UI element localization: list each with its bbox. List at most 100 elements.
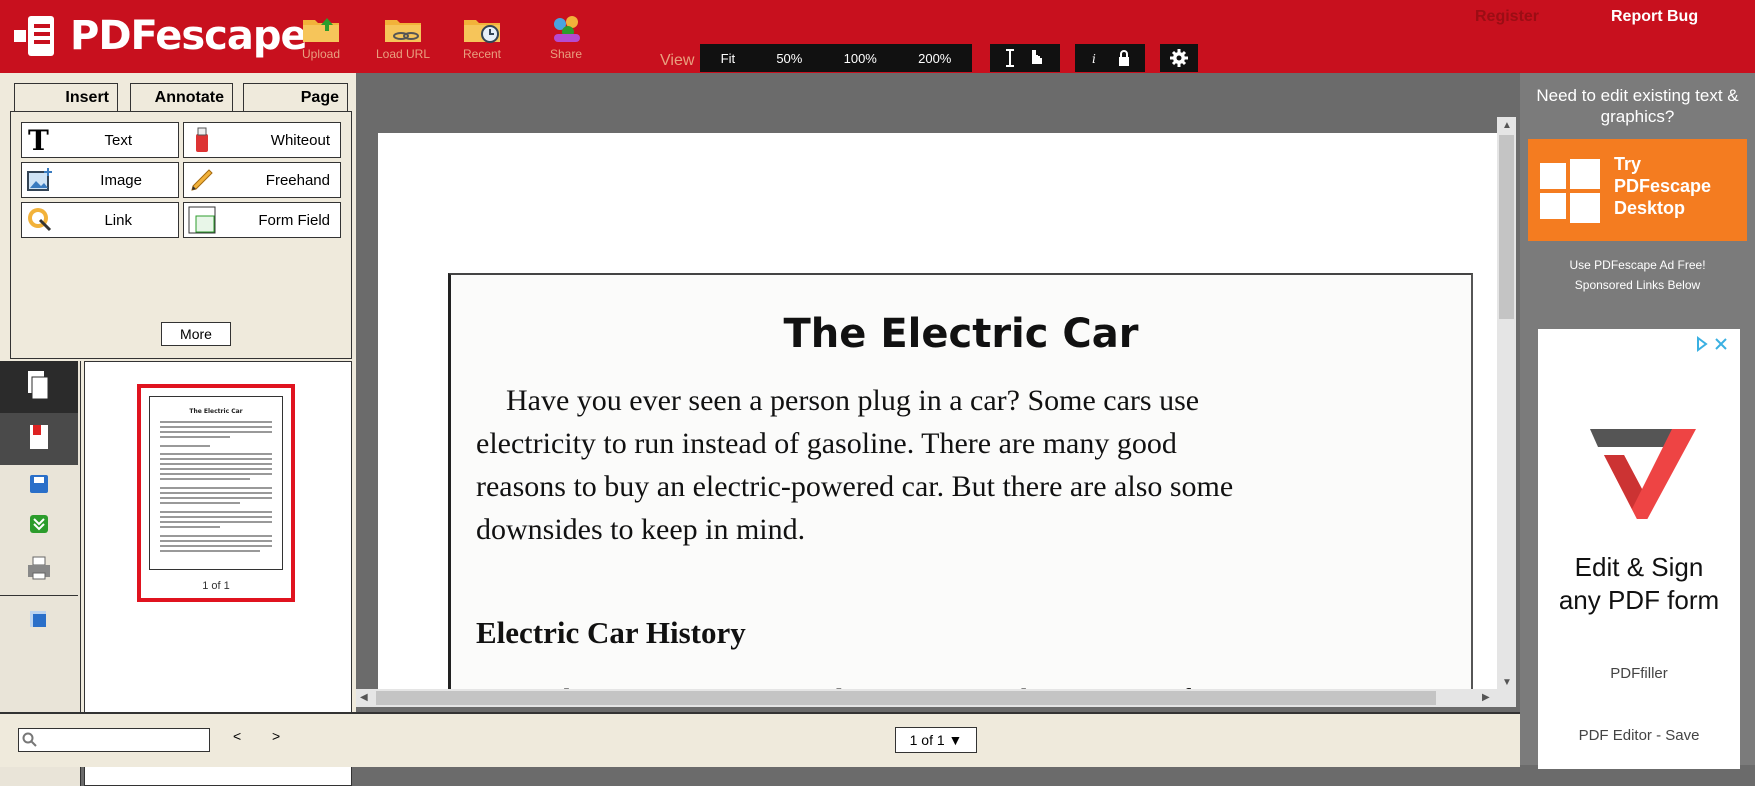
print-button[interactable]	[0, 547, 78, 599]
whiteout-icon	[188, 126, 216, 154]
link-icon	[26, 206, 54, 234]
search-icon	[22, 732, 37, 747]
info-icon[interactable]: i	[1092, 52, 1096, 66]
text-cursor-icon[interactable]	[1006, 49, 1014, 67]
document-viewer[interactable]: The Electric Car Have you ever seen a pe…	[356, 73, 1516, 693]
scroll-left-icon[interactable]: ◀	[360, 692, 368, 703]
ad-free-link[interactable]: Use PDFescape Ad Free!	[1520, 255, 1755, 275]
download-icon	[30, 515, 48, 533]
zoom-200-button[interactable]: 200%	[918, 51, 951, 66]
pencil-icon	[188, 166, 216, 194]
bookmarks-view-button[interactable]	[0, 413, 78, 465]
divider	[0, 595, 78, 596]
text-tool-button[interactable]: T Text	[21, 122, 179, 158]
whiteout-tool-button[interactable]: Whiteout	[183, 122, 341, 158]
windows-logo-icon	[1540, 159, 1600, 223]
save-icon	[30, 475, 48, 493]
top-bar: PDFescape Upload Load URL Recent Share V…	[0, 0, 1755, 73]
scroll-down-icon[interactable]: ▼	[1502, 677, 1512, 688]
thumbnail-title: The Electric Car	[189, 408, 242, 415]
layout-icon	[30, 611, 46, 627]
zoom-100-button[interactable]: 100%	[844, 51, 877, 66]
logo-text: PDFescape	[70, 13, 308, 59]
register-link[interactable]: Register	[1475, 8, 1539, 26]
document-heading: Electric Car History	[476, 615, 746, 650]
scanned-page: The Electric Car Have you ever seen a pe…	[448, 273, 1473, 693]
pages-icon	[28, 371, 49, 400]
layout-button[interactable]	[0, 601, 78, 653]
left-panel: Insert Annotate Page T Text Whiteout Ima…	[0, 73, 356, 786]
pdf-page[interactable]: The Electric Car Have you ever seen a pe…	[378, 133, 1500, 693]
pdf-bookmark-icon	[30, 425, 48, 449]
upload-button[interactable]: Upload	[290, 14, 352, 66]
doc-line: downsides to keep in mind.	[476, 513, 806, 546]
page-selector[interactable]: 1 of 1 ▼	[895, 727, 977, 753]
ad-free-text[interactable]: Use PDFescape Ad Free! Sponsored Links B…	[1520, 255, 1755, 295]
ad-card-footer: PDF Editor - Save	[1578, 727, 1700, 744]
folder-link-icon	[383, 14, 423, 44]
link-tool-button[interactable]: Link	[21, 202, 179, 238]
logo[interactable]: PDFescape	[14, 10, 308, 62]
svg-text:i: i	[1092, 52, 1096, 66]
try-desktop-text: Try PDFescape Desktop	[1614, 154, 1712, 218]
folder-upload-icon	[301, 14, 341, 44]
scroll-up-icon[interactable]: ▲	[1502, 120, 1512, 131]
zoom-fit-button[interactable]: Fit	[721, 51, 735, 66]
settings-tool	[1160, 44, 1198, 72]
view-label: View	[660, 52, 695, 69]
printer-icon	[28, 556, 50, 580]
people-icon	[546, 14, 586, 44]
zoom-50-button[interactable]: 50%	[776, 51, 802, 66]
bottom-bar: < > 1 of 1 ▼	[0, 712, 1520, 767]
vertical-scrollbar[interactable]: ▲ ▼	[1497, 117, 1516, 707]
ad-panel: Need to edit existing text & graphics? T…	[1520, 73, 1755, 769]
search-prev-button[interactable]: <	[233, 728, 241, 744]
tab-page[interactable]: Page	[243, 83, 348, 111]
try-desktop-banner[interactable]: Try PDFescape Desktop	[1528, 139, 1747, 241]
image-tool-button[interactable]: Image	[21, 162, 179, 198]
page-thumbnail[interactable]: The Electric Car 1 of 1	[137, 384, 295, 602]
share-button[interactable]: Share	[535, 14, 597, 66]
pages-view-button[interactable]	[0, 361, 78, 413]
insert-tools: T Text Whiteout Image Freehand Link Form…	[10, 111, 352, 359]
ad-choices-icon[interactable]	[1690, 335, 1734, 353]
tool-tabs: Insert Annotate Page	[0, 83, 356, 113]
thumbnail-page-preview: The Electric Car	[149, 396, 283, 570]
freehand-tool-button[interactable]: Freehand	[183, 162, 341, 198]
doc-line: reasons to buy an electric-powered car. …	[476, 470, 1234, 503]
doc-line: electricity to run instead of gasoline. …	[476, 427, 1177, 460]
ad-card-brand: PDFfiller	[1610, 665, 1668, 682]
thumbnail-page-label: 1 of 1	[202, 580, 230, 592]
folder-clock-icon	[462, 14, 502, 44]
logo-icon	[14, 16, 58, 56]
ad-headline: Need to edit existing text & graphics?	[1536, 86, 1739, 126]
gear-icon[interactable]	[1160, 44, 1198, 72]
sponsored-label: Sponsored Links Below	[1574, 278, 1701, 292]
image-icon	[26, 166, 54, 194]
ad-card[interactable]: Edit & Sign any PDF form PDFfiller PDF E…	[1538, 329, 1740, 769]
form-field-icon	[188, 206, 216, 234]
recent-button[interactable]: Recent	[451, 14, 513, 66]
lock-icon[interactable]	[1119, 50, 1129, 66]
tab-insert[interactable]: Insert	[14, 83, 118, 111]
search-next-button[interactable]: >	[272, 728, 280, 744]
svg-text:T: T	[28, 126, 49, 154]
horizontal-scroll-thumb[interactable]	[376, 691, 1436, 705]
pdffiller-logo-icon	[1590, 429, 1696, 519]
text-icon: T	[26, 124, 54, 157]
info-lock-tools: i	[1075, 44, 1145, 72]
doc-line: Have you ever seen a person plug in a ca…	[506, 384, 1200, 417]
document-title: The Electric Car	[783, 311, 1139, 357]
form-field-tool-button[interactable]: Form Field	[183, 202, 341, 238]
select-tools	[990, 44, 1060, 72]
report-bug-link[interactable]: Report Bug	[1611, 8, 1698, 26]
hand-pointer-icon[interactable]	[1032, 50, 1042, 64]
tab-annotate[interactable]: Annotate	[130, 83, 233, 111]
load-url-button[interactable]: Load URL	[372, 14, 434, 66]
scroll-right-icon[interactable]: ▶	[1482, 692, 1490, 703]
search-input[interactable]	[18, 728, 210, 752]
more-button[interactable]: More	[161, 322, 231, 346]
zoom-bar: Fit 50% 100% 200%	[700, 44, 972, 72]
horizontal-scrollbar[interactable]: ◀ ▶	[356, 689, 1497, 707]
vertical-scroll-thumb[interactable]	[1499, 135, 1514, 319]
